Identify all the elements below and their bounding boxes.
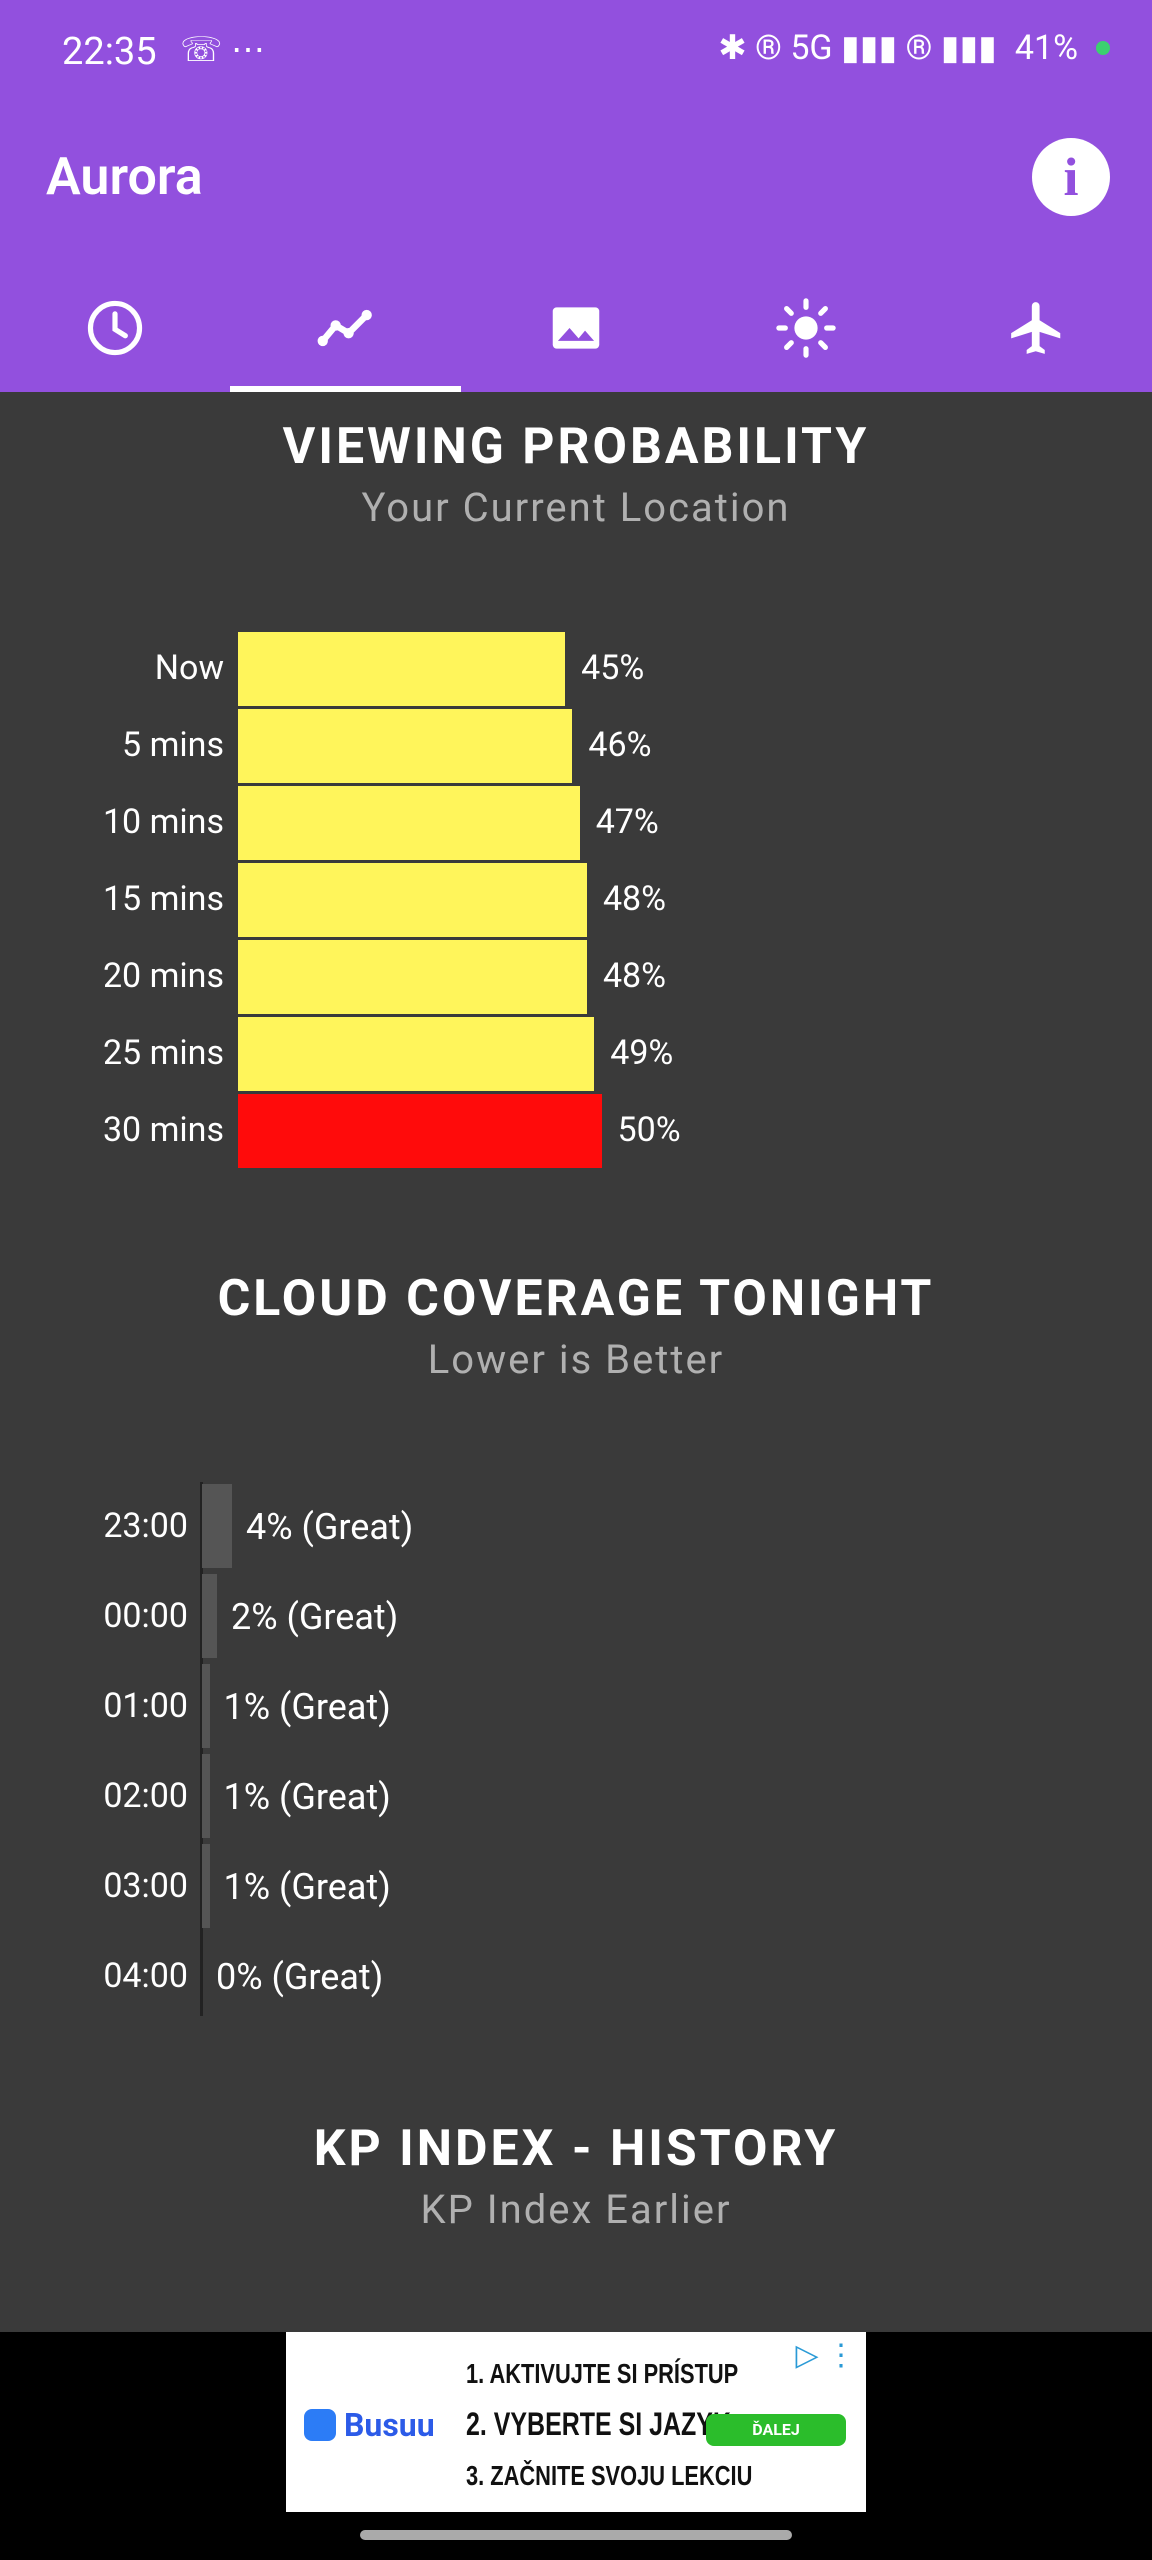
- notification-icons: ☏ ⋯: [180, 30, 265, 70]
- ad-brand-name: Busuu: [344, 2406, 435, 2444]
- tab-plane[interactable]: [922, 264, 1152, 392]
- cloud-bar-value: 0% (Great): [216, 1956, 384, 1998]
- viewing-bar: [238, 1017, 595, 1091]
- cloud-bar-value: 2% (Great): [231, 1596, 399, 1638]
- viewing-bar-label: 20 mins: [102, 956, 224, 996]
- signal-icons: ✱ ® 5G ▮▮▮ ® ▮▮▮: [718, 28, 997, 68]
- cloud-bar-row: 00:00 2% (Great): [0, 1574, 1152, 1664]
- viewing-bar-value: 45%: [581, 648, 645, 688]
- viewing-bar-row: 20 mins 48%: [0, 940, 1152, 1016]
- viewing-bar-row: 5 mins 46%: [0, 709, 1152, 785]
- viewing-bar: [238, 709, 573, 783]
- viewing-bar-value: 50%: [617, 1110, 681, 1150]
- ad-line-3: 3. ZAČNITE SVOJU LEKCIU: [466, 2460, 753, 2491]
- cloud-bar: [202, 1574, 217, 1658]
- viewing-title: VIEWING PROBABILITY: [282, 418, 870, 476]
- image-icon: [552, 307, 600, 349]
- ad-line-1: 1. AKTIVUJTE SI PRÍSTUP: [466, 2358, 739, 2389]
- viewing-bar-value: 48%: [602, 879, 667, 919]
- cloud-time-label: 01:00: [103, 1686, 188, 1726]
- cloud-bar-row: 01:00 1% (Great): [0, 1664, 1152, 1754]
- kp-subtitle: KP Index Earlier: [420, 2186, 732, 2233]
- privacy-dot-icon: [1096, 41, 1110, 55]
- cloud-bar-value: 1% (Great): [223, 1686, 391, 1728]
- cloud-bar-row: 02:00 1% (Great): [0, 1754, 1152, 1844]
- viewing-bar-row: 30 mins 50%: [0, 1094, 1152, 1170]
- cloud-bar-row: 04:00 0% (Great): [0, 1934, 1152, 2024]
- viewing-bar-label: 10 mins: [102, 802, 224, 842]
- viewing-bar-row: 10 mins 47%: [0, 786, 1152, 862]
- ad-line-2: 2. VYBERTE SI JAZYK: [466, 2406, 731, 2442]
- ad-next-button[interactable]: ĎALEJ: [706, 2414, 846, 2446]
- app-bar: Aurora i: [0, 108, 1152, 264]
- viewing-bar-label: 15 mins: [102, 879, 224, 919]
- cloud-bar: [202, 1844, 210, 1928]
- cloud-time-label: 23:00: [103, 1506, 188, 1546]
- tab-clock[interactable]: [0, 264, 230, 392]
- viewing-bar-label: Now: [154, 648, 224, 688]
- cloud-bar: [202, 1664, 210, 1748]
- app-title: Aurora: [46, 146, 203, 207]
- cloud-bar-value: 1% (Great): [223, 1776, 391, 1818]
- viewing-bar-label: 5 mins: [122, 725, 224, 765]
- clouds-subtitle: Lower is Better: [427, 1336, 725, 1383]
- viewing-bar: [238, 863, 587, 937]
- cloud-time-label: 04:00: [103, 1956, 188, 1996]
- viewing-subtitle: Your Current Location: [361, 484, 791, 531]
- viewing-bar-value: 49%: [610, 1033, 674, 1073]
- viewing-bar: [238, 786, 580, 860]
- cloud-bar-row: 03:00 1% (Great): [0, 1844, 1152, 1934]
- viewing-bar-row: 15 mins 48%: [0, 863, 1152, 939]
- kp-title: KP INDEX - HISTORY: [313, 2120, 839, 2178]
- viewing-bar: [238, 940, 587, 1014]
- viewing-bar-row: 25 mins 49%: [0, 1017, 1152, 1093]
- tab-sun[interactable]: [691, 264, 921, 392]
- viewing-bar: [238, 1094, 602, 1168]
- cloud-time-label: 02:00: [103, 1776, 188, 1816]
- navigation-handle[interactable]: [360, 2530, 792, 2540]
- ad-banner[interactable]: Busuu 1. AKTIVUJTE SI PRÍSTUP 2. VYBERTE…: [286, 2332, 866, 2512]
- viewing-bar-row: Now 45%: [0, 632, 1152, 708]
- status-bar: 22:35 ☏ ⋯ ✱ ® 5G ▮▮▮ ® ▮▮▮ 41%: [0, 0, 1152, 108]
- viewing-bar-label: 25 mins: [102, 1033, 224, 1073]
- cloud-time-label: 00:00: [103, 1596, 188, 1636]
- busuu-logo-icon: [304, 2409, 336, 2441]
- plane-icon: [1010, 302, 1061, 354]
- status-time: 22:35: [62, 30, 157, 74]
- cloud-bar: [202, 1484, 232, 1568]
- tab-trend[interactable]: [230, 264, 462, 392]
- status-right: ✱ ® 5G ▮▮▮ ® ▮▮▮ 41%: [718, 28, 1110, 68]
- viewing-bar-value: 47%: [595, 802, 659, 842]
- sun-icon: [776, 298, 837, 358]
- viewing-bar-value: 48%: [602, 956, 667, 996]
- viewing-bar: [238, 632, 566, 706]
- info-button[interactable]: i: [1032, 138, 1110, 216]
- clouds-title: CLOUD COVERAGE TONIGHT: [217, 1270, 935, 1328]
- tab-image[interactable]: [461, 264, 691, 392]
- trend-icon: [317, 309, 372, 347]
- tab-bar: [0, 264, 1152, 392]
- battery-level: 41%: [1014, 28, 1078, 68]
- cloud-bar-row: 23:00 4% (Great): [0, 1484, 1152, 1574]
- cloud-bar-value: 4% (Great): [246, 1506, 414, 1548]
- cloud-bar-value: 1% (Great): [223, 1866, 391, 1908]
- cloud-time-label: 03:00: [103, 1866, 188, 1906]
- clock-icon: [88, 300, 143, 356]
- ad-brand-logo: Busuu: [304, 2406, 435, 2444]
- ad-choices-icon[interactable]: ▷ ⋮: [795, 2338, 856, 2373]
- cloud-bar: [202, 1754, 210, 1838]
- viewing-bar-value: 46%: [588, 725, 652, 765]
- ad-area: Busuu 1. AKTIVUJTE SI PRÍSTUP 2. VYBERTE…: [0, 2332, 1152, 2560]
- viewing-bar-label: 30 mins: [102, 1110, 224, 1150]
